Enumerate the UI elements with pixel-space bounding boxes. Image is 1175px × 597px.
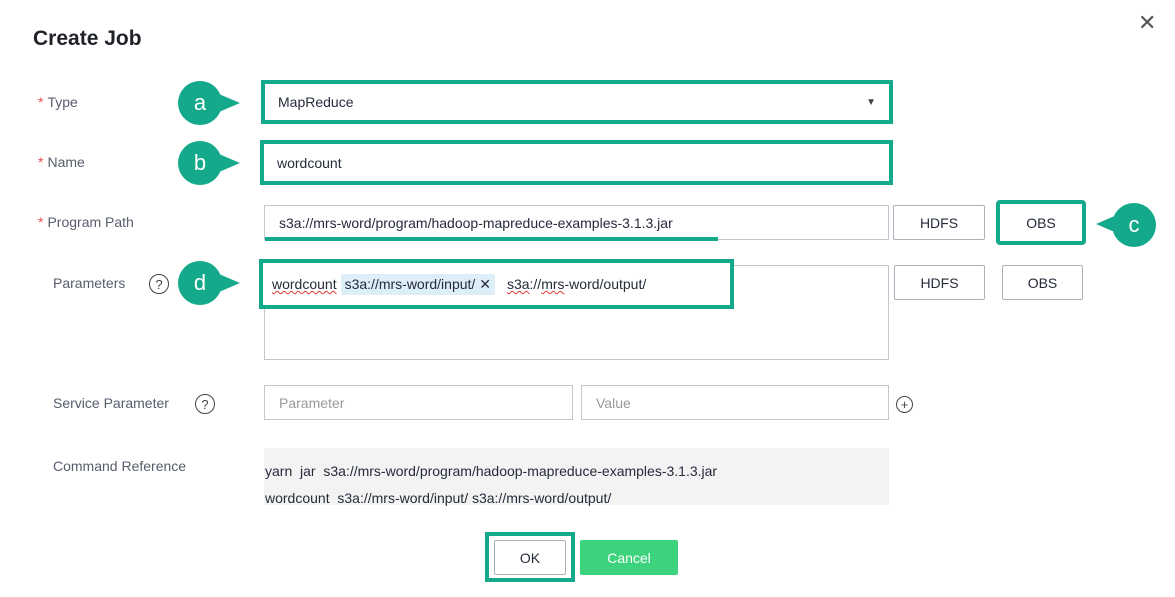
parameter-word: wordcount [272, 276, 337, 292]
command-reference-label: Command Reference [53, 458, 187, 474]
parameter-output: s3a://mrs-word/output/ [506, 276, 647, 292]
program-hdfs-button[interactable]: HDFS [893, 205, 985, 240]
close-icon[interactable]: ✕ [1138, 10, 1156, 36]
cancel-button[interactable]: Cancel [580, 540, 678, 575]
program-path-input[interactable]: s3a://mrs-word/program/hadoop-mapreduce-… [264, 205, 889, 240]
remove-tag-icon[interactable]: ✕ [479, 276, 491, 292]
service-parameter-label: Service Parameter [53, 395, 169, 411]
parameters-input-line[interactable]: wordcount s3a://mrs-word/input/ ✕ s3a://… [259, 259, 734, 309]
name-label: * Name [38, 154, 85, 170]
help-icon[interactable]: ? [149, 274, 169, 294]
service-parameter-input[interactable]: Parameter [264, 385, 573, 420]
marker-b: b [178, 141, 240, 185]
parameters-label: Parameters [53, 275, 126, 291]
marker-a: a [178, 81, 240, 125]
command-reference-box: yarn jar s3a://mrs-word/program/hadoop-m… [264, 448, 889, 506]
dialog-title: Create Job [33, 27, 142, 50]
name-input[interactable]: wordcount [260, 140, 893, 185]
service-value-input[interactable]: Value [581, 385, 889, 420]
type-label: * Type [38, 94, 78, 110]
type-select[interactable]: MapReduce ▼ [261, 80, 893, 124]
command-line-2: wordcount s3a://mrs-word/input/ s3a://mr… [265, 490, 612, 506]
help-icon[interactable]: ? [195, 394, 215, 414]
program-obs-button[interactable]: OBS [996, 200, 1086, 245]
ok-button[interactable]: OK [494, 540, 566, 575]
add-icon[interactable]: + [896, 396, 913, 413]
marker-c: c [1096, 203, 1156, 247]
marker-d: d [178, 261, 240, 305]
parameters-hdfs-button[interactable]: HDFS [894, 265, 985, 300]
program-path-label: * Program Path [38, 214, 134, 230]
program-path-underline [265, 237, 718, 241]
command-line-1: yarn jar s3a://mrs-word/program/hadoop-m… [265, 463, 718, 479]
parameter-tag: s3a://mrs-word/input/ ✕ [340, 273, 495, 295]
caret-down-icon: ▼ [866, 96, 876, 108]
parameters-obs-button[interactable]: OBS [1002, 265, 1083, 300]
